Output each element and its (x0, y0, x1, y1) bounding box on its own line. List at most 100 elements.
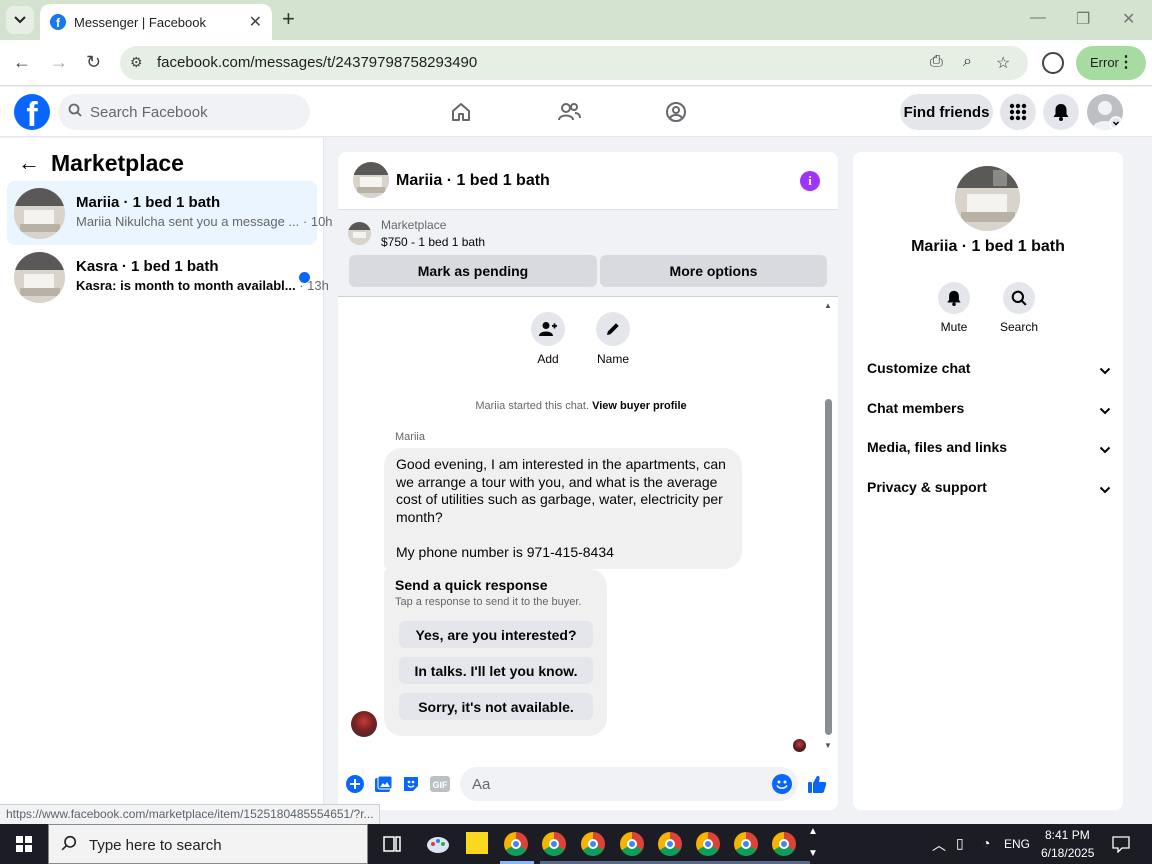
privacy-support-row[interactable]: Privacy & support (867, 479, 1111, 503)
listing-photo[interactable] (955, 166, 1020, 231)
chrome-menu-icon[interactable]: ⋮ (1118, 52, 1134, 72)
scroll-up-arrow-icon[interactable]: ▲ (824, 301, 832, 310)
battery-icon[interactable]: ▯ (956, 835, 964, 852)
back-arrow-icon[interactable]: ← (18, 150, 40, 176)
scroll-down-arrow-icon[interactable]: ▼ (824, 741, 832, 750)
chat-members-row[interactable]: Chat members (867, 400, 1111, 424)
customize-chat-row[interactable]: Customize chat (867, 360, 1111, 384)
menu-grid-icon[interactable] (1000, 94, 1036, 130)
tab-search-dropdown-icon[interactable] (6, 6, 34, 34)
taskbar-search[interactable]: Type here to search (48, 824, 368, 864)
taskbar-scroll-up-icon[interactable]: ▲ (808, 826, 818, 837)
task-view-icon[interactable] (382, 834, 402, 859)
wifi-icon[interactable]: ◔ (982, 835, 990, 851)
chrome-taskbar-icon[interactable] (734, 832, 758, 856)
info-icon[interactable]: i (800, 171, 820, 191)
conversation-item-mariia[interactable]: Mariia · 1 bed 1 bath Mariia Nikulcha se… (7, 181, 333, 245)
account-avatar[interactable] (1087, 94, 1123, 130)
new-tab-icon[interactable]: + (282, 8, 295, 30)
more-options-button[interactable]: More options (600, 255, 827, 287)
chrome-taskbar-icon[interactable] (581, 832, 605, 856)
mark-as-pending-button[interactable]: Mark as pending (349, 255, 597, 287)
name-action[interactable]: Name (583, 312, 643, 366)
message-bubble[interactable]: Good evening, I am interested in the apa… (384, 448, 742, 569)
windows-start-icon[interactable] (16, 836, 32, 852)
taskbar-scroll-down-icon[interactable]: ▼ (808, 848, 818, 859)
chrome-taskbar-icon[interactable] (620, 832, 644, 856)
minimize-icon[interactable]: — (1030, 9, 1046, 27)
clock-time[interactable]: 8:41 PM (1045, 828, 1090, 842)
site-info-icon[interactable]: ⚙ (130, 54, 143, 71)
chat-scrollbar[interactable]: ▲ ▼ (824, 301, 833, 750)
message-input-box[interactable] (460, 767, 798, 801)
mute-label: Mute (940, 320, 968, 334)
notification-center-icon[interactable] (1112, 835, 1130, 858)
address-bar[interactable]: ⚙ facebook.com/messages/t/24379798758293… (120, 46, 1028, 80)
media-files-links-row[interactable]: Media, files and links (867, 439, 1111, 463)
listing-mini-thumbnail[interactable] (348, 222, 371, 245)
svg-text:GIF: GIF (433, 780, 449, 790)
zoom-icon[interactable]: ⌕ (963, 53, 972, 71)
chat-info-panel: Mariia · 1 bed 1 bath Mute Search Custom… (853, 152, 1123, 810)
chat-title[interactable]: Mariia · 1 bed 1 bath (396, 172, 550, 190)
sticker-icon[interactable] (401, 774, 421, 794)
chrome-taskbar-icon[interactable] (658, 832, 682, 856)
quick-response-card: Send a quick response Tap a response to … (384, 569, 607, 736)
chevron-down-icon (1099, 402, 1111, 418)
install-app-icon[interactable]: ⎙ (930, 53, 943, 71)
profile-error-button[interactable]: Error ⋮ (1076, 46, 1146, 80)
facebook-logo-icon[interactable]: f (14, 94, 50, 130)
view-buyer-profile-link[interactable]: View buyer profile (592, 400, 687, 412)
chevron-down-icon (1099, 481, 1111, 497)
clock-date[interactable]: 6/18/2025 (1041, 846, 1094, 860)
listing-price[interactable]: $750 - 1 bed 1 bath (381, 235, 485, 249)
add-person-icon (531, 312, 565, 346)
language-indicator[interactable]: ENG (1004, 837, 1030, 851)
scrollbar-thumb[interactable] (825, 399, 832, 735)
sticky-notes-icon[interactable] (466, 832, 488, 854)
emoji-icon[interactable] (772, 774, 792, 794)
chrome-taskbar-icon[interactable] (772, 832, 796, 856)
groups-icon[interactable] (661, 97, 691, 127)
notifications-bell-icon[interactable] (1043, 94, 1079, 130)
photo-icon[interactable] (373, 774, 393, 794)
section-label: Customize chat (867, 360, 971, 376)
reload-icon[interactable]: ↻ (86, 52, 101, 73)
search-icon (61, 835, 77, 856)
close-window-icon[interactable]: ✕ (1122, 9, 1135, 29)
close-tab-icon[interactable]: ✕ (249, 12, 262, 32)
forward-icon[interactable]: → (50, 52, 68, 73)
chrome-profile-icon[interactable] (1042, 52, 1064, 74)
bookmark-star-icon[interactable]: ☆ (996, 53, 1010, 73)
restore-icon[interactable]: ❐ (1076, 9, 1090, 29)
conversation-item-kasra[interactable]: Kasra · 1 bed 1 bath Kasra: is month to … (7, 245, 329, 309)
chevron-down-icon (1099, 441, 1111, 457)
more-actions-plus-icon[interactable] (345, 774, 365, 794)
mute-action[interactable]: Mute (924, 282, 984, 334)
section-label: Privacy & support (867, 479, 987, 495)
sender-avatar[interactable] (351, 711, 377, 737)
search-in-chat-action[interactable]: Search (989, 282, 1049, 334)
facebook-search-input[interactable] (90, 94, 300, 130)
quick-response-button[interactable]: In talks. I'll let you know. (399, 657, 593, 684)
friends-icon[interactable] (554, 97, 584, 127)
back-icon[interactable]: ← (13, 52, 31, 73)
name-label: Name (596, 352, 629, 366)
chat-thumbnail[interactable] (353, 162, 389, 198)
facebook-search[interactable] (58, 94, 310, 130)
browser-tab[interactable]: f Messenger | Facebook ✕ (40, 4, 272, 40)
find-friends-button[interactable]: Find friends (900, 94, 993, 130)
chrome-taskbar-icon[interactable] (504, 832, 528, 856)
add-people-action[interactable]: Add (518, 312, 578, 366)
message-input[interactable] (472, 767, 762, 801)
quick-response-button[interactable]: Sorry, it's not available. (399, 693, 593, 720)
paint-app-icon[interactable] (426, 832, 450, 861)
like-thumbs-up-icon[interactable] (807, 774, 827, 794)
gif-icon[interactable]: GIF (430, 774, 450, 794)
show-hidden-icons-icon[interactable]: ︿ (932, 835, 946, 855)
quick-response-button[interactable]: Yes, are you interested? (399, 621, 593, 648)
home-icon[interactable] (446, 97, 476, 127)
chrome-taskbar-icon[interactable] (696, 832, 720, 856)
chrome-taskbar-icon[interactable] (542, 832, 566, 856)
status-url-tooltip: https://www.facebook.com/marketplace/ite… (0, 804, 380, 824)
